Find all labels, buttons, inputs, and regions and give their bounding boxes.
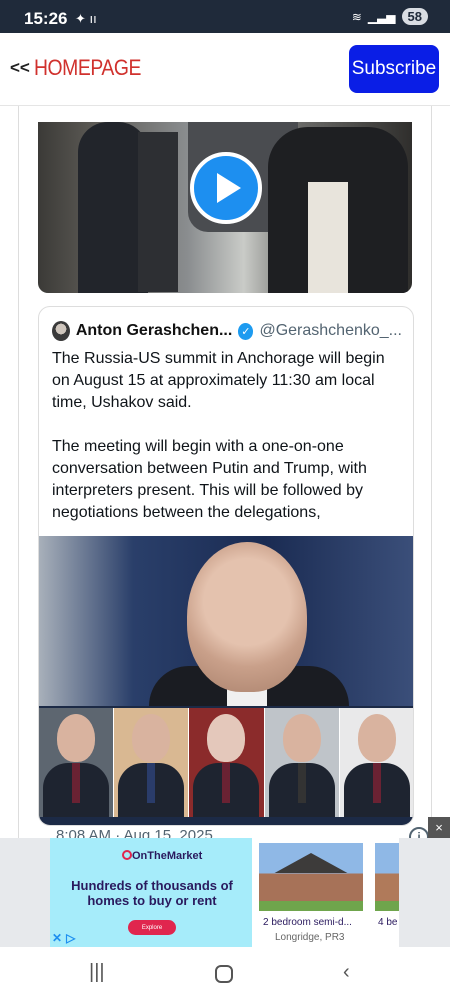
listing-photo-2[interactable] (375, 843, 399, 911)
tweet-photo[interactable] (39, 536, 413, 825)
video-person-mid (138, 132, 178, 292)
ad-choices[interactable]: ✕ ▷ (52, 931, 75, 945)
thumb-5 (339, 708, 413, 817)
thumb-1 (39, 708, 115, 817)
listing-1-title[interactable]: 2 bedroom semi-d... (263, 917, 352, 928)
photo-face (187, 542, 307, 692)
embedded-video[interactable] (38, 122, 412, 293)
battery-indicator: 58 (401, 8, 428, 25)
author-handle[interactable]: @Gerashchenko_... (259, 322, 402, 340)
home-icon[interactable] (215, 965, 233, 983)
thumb-tie (147, 763, 156, 803)
notification-icons: ✦ ıı (75, 11, 97, 26)
status-right: ≋ ▁▃▅ 58 (352, 8, 428, 25)
listing-2-title[interactable]: 4 be (378, 917, 397, 928)
article-content: Anton Gerashchen... ✓ @Gerashchenko_... … (18, 106, 432, 946)
brand-ring-icon (122, 850, 132, 860)
thumb-3 (189, 708, 265, 817)
thumb-tie (372, 763, 381, 803)
ad-brand-name: OnTheMarket (132, 850, 203, 862)
ad-explore-button[interactable]: Explore (128, 920, 176, 935)
tweet-author-row[interactable]: Anton Gerashchen... ✓ @Gerashchenko_... (52, 321, 402, 341)
clock: 15:26 (24, 9, 68, 28)
ad-close-x-icon[interactable]: ✕ (52, 931, 62, 945)
adchoices-icon[interactable]: ▷ (66, 931, 75, 945)
subscribe-button[interactable]: Subscribe (349, 45, 439, 93)
listing-photo-1[interactable] (259, 843, 363, 911)
ad-creative[interactable]: OnTheMarket Hundreds of thousands of hom… (50, 838, 399, 947)
listing-1-location: Longridge, PR3 (275, 932, 345, 943)
tweet-text: The Russia-US summit in Anchorage will b… (52, 350, 385, 521)
signal-icon: ▁▃▅ (367, 9, 396, 24)
back-to-homepage-link[interactable]: << HOMEPAGE (10, 55, 155, 81)
thumb-4 (264, 708, 340, 817)
thumb-2 (114, 708, 190, 817)
thumb-face (207, 714, 246, 762)
thumb-tie (297, 763, 306, 803)
photo-thumbnail-strip (39, 708, 413, 817)
play-button[interactable] (190, 152, 262, 224)
thumb-tie (222, 763, 231, 803)
ad-headline: Hundreds of thousands of homes to buy or… (71, 878, 233, 908)
site-header: << HOMEPAGE Subscribe (0, 33, 450, 106)
author-avatar[interactable] (52, 321, 70, 341)
video-shirt (308, 182, 348, 293)
advertisement-banner: × OnTheMarket Hundreds of thousands of h… (0, 817, 450, 947)
close-ad-button[interactable]: × (428, 817, 450, 838)
back-chevron-icon: << (10, 58, 30, 77)
recent-apps-icon[interactable]: ||| (89, 961, 105, 984)
status-bar: 15:26 ✦ ıı ≋ ▁▃▅ 58 (0, 0, 450, 33)
house-roof (274, 853, 348, 873)
ad-brand-logo: OnTheMarket (122, 850, 202, 862)
thumb-face (132, 714, 171, 762)
play-icon (217, 173, 241, 203)
back-label: HOMEPAGE (33, 55, 141, 80)
thumb-face (57, 714, 95, 762)
author-name[interactable]: Anton Gerashchen... (76, 322, 232, 340)
thumb-face (357, 714, 396, 762)
wifi-icon: ≋ (351, 9, 362, 24)
verified-badge-icon: ✓ (238, 322, 254, 340)
thumb-face (282, 714, 321, 762)
back-icon[interactable]: ‹ (343, 961, 350, 984)
thumb-tie (72, 763, 80, 803)
quoted-tweet-card[interactable]: Anton Gerashchen... ✓ @Gerashchenko_... … (38, 306, 414, 826)
